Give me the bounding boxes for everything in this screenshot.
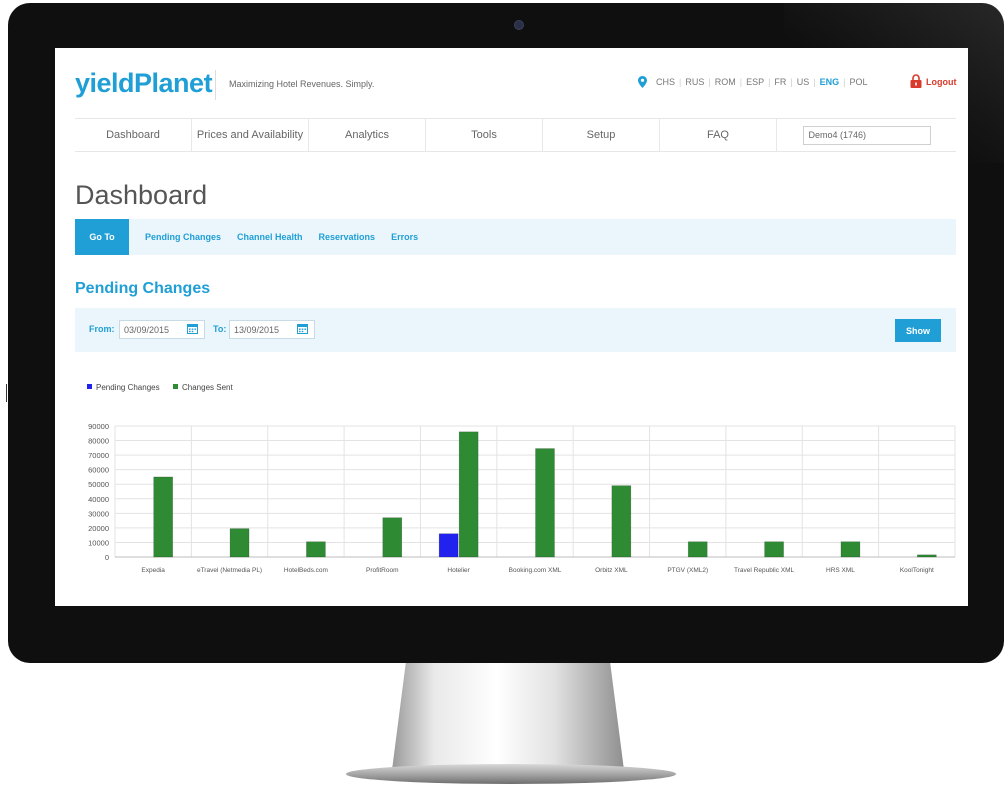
- x-tick-label: Hotelier: [447, 567, 470, 574]
- app-screen: yieldPlanet Maximizing Hotel Revenues. S…: [55, 48, 968, 606]
- x-tick-label: Orbitz XML: [595, 567, 628, 574]
- y-tick-label: 20000: [88, 524, 109, 533]
- bar: [687, 541, 708, 558]
- page-title: Dashboard: [75, 180, 208, 210]
- legend-label: Changes Sent: [182, 383, 233, 392]
- nav-item-analytics[interactable]: Analytics: [309, 119, 426, 152]
- calendar-icon[interactable]: [297, 323, 308, 334]
- x-tick-label: Expedia: [141, 567, 165, 574]
- bar: [840, 541, 861, 558]
- show-button[interactable]: Show: [895, 319, 941, 342]
- bar: [764, 541, 784, 558]
- x-tick-label: HRS XML: [826, 567, 855, 574]
- legend-swatch: [87, 384, 92, 389]
- x-tick-label: Booking.com XML: [509, 567, 562, 574]
- bar: [438, 533, 459, 558]
- dashboard-subnav: Go To Pending Changes Channel Health Res…: [75, 219, 956, 255]
- subnav-errors[interactable]: Errors: [391, 232, 418, 242]
- to-label: To:: [213, 324, 227, 334]
- nav-item-dashboard[interactable]: Dashboard: [75, 119, 192, 152]
- x-tick-label: ProfitRoom: [366, 567, 399, 574]
- language-eng[interactable]: ENG: [816, 77, 844, 87]
- subnav-pending-changes[interactable]: Pending Changes: [145, 232, 221, 242]
- nav-item-tools[interactable]: Tools: [426, 119, 543, 152]
- location-pin-icon: [638, 76, 647, 88]
- x-tick-label: PTGV (XML2): [667, 567, 708, 574]
- y-tick-label: 40000: [88, 495, 109, 504]
- y-tick-label: 60000: [88, 466, 109, 475]
- bar-chart-svg: Pending Changes Changes Sent 0 10000 20000 30…: [87, 383, 956, 574]
- y-tick-label: 70000: [88, 451, 109, 460]
- y-tick-label: 0: [105, 553, 109, 562]
- x-tick-label: HotelBeds.com: [284, 567, 328, 574]
- bar: [611, 485, 632, 558]
- legend-label: Pending Changes: [96, 383, 160, 392]
- subnav-channel-health[interactable]: Channel Health: [237, 232, 303, 242]
- calendar-icon[interactable]: [187, 323, 198, 334]
- bar: [458, 431, 479, 558]
- language-rus[interactable]: RUS: [681, 77, 708, 87]
- top-bar: yieldPlanet Maximizing Hotel Revenues. S…: [55, 48, 968, 118]
- goto-tab[interactable]: Go To: [75, 219, 129, 255]
- y-tick-label: 10000: [88, 538, 109, 547]
- y-tick-label: 80000: [88, 437, 109, 446]
- language-esp[interactable]: ESP: [742, 77, 768, 87]
- y-tick-label: 50000: [88, 480, 109, 489]
- language-pol[interactable]: POL: [845, 77, 871, 87]
- logo[interactable]: yieldPlanet: [75, 68, 213, 99]
- language-rom[interactable]: ROM: [711, 77, 740, 87]
- y-tick-label: 90000: [88, 422, 109, 431]
- stray-mark: [6, 384, 7, 402]
- monitor-stand-base: [346, 764, 676, 784]
- language-chs[interactable]: CHS: [652, 77, 679, 87]
- legend-swatch: [173, 384, 178, 389]
- language-switcher: CHS | RUS | ROM | ESP | FR | US | ENG | POL: [652, 77, 872, 87]
- camera-icon: [514, 20, 524, 30]
- date-filter-bar: From: To: Show: [75, 308, 956, 352]
- x-tick-label: eTravel (Netmedia PL): [197, 567, 262, 574]
- hotel-select-wrap: [777, 119, 956, 151]
- tagline: Maximizing Hotel Revenues. Simply.: [229, 79, 375, 89]
- nav-item-prices-availability[interactable]: Prices and Availability: [192, 119, 309, 152]
- bar: [229, 528, 250, 558]
- x-tick-label: Travel Republic XML: [734, 567, 794, 574]
- language-fr[interactable]: FR: [770, 77, 790, 87]
- bar: [917, 554, 937, 558]
- section-title: Pending Changes: [75, 280, 211, 297]
- x-tick-label: KoolTonight: [900, 567, 934, 574]
- monitor-stand: [392, 662, 624, 770]
- product-photo: yieldPlanet Maximizing Hotel Revenues. S…: [0, 0, 1004, 786]
- logout-link[interactable]: Logout: [926, 77, 957, 87]
- nav-item-setup[interactable]: Setup: [543, 119, 660, 152]
- subnav-reservations[interactable]: Reservations: [319, 232, 376, 242]
- y-tick-label: 30000: [88, 509, 109, 518]
- bar: [535, 448, 555, 558]
- hotel-select[interactable]: [802, 125, 931, 145]
- pending-changes-chart: Pending Changes Changes Sent 0 10000 20000 30…: [67, 378, 968, 604]
- lock-icon[interactable]: [910, 74, 922, 88]
- main-nav: Dashboard Prices and Availability Analyt…: [75, 118, 956, 152]
- nav-item-faq[interactable]: FAQ: [660, 119, 777, 152]
- logo-divider: [215, 70, 216, 100]
- bar: [306, 541, 326, 558]
- language-us[interactable]: US: [793, 77, 814, 87]
- bar: [153, 476, 173, 558]
- from-label: From:: [89, 324, 115, 334]
- bar: [382, 517, 403, 558]
